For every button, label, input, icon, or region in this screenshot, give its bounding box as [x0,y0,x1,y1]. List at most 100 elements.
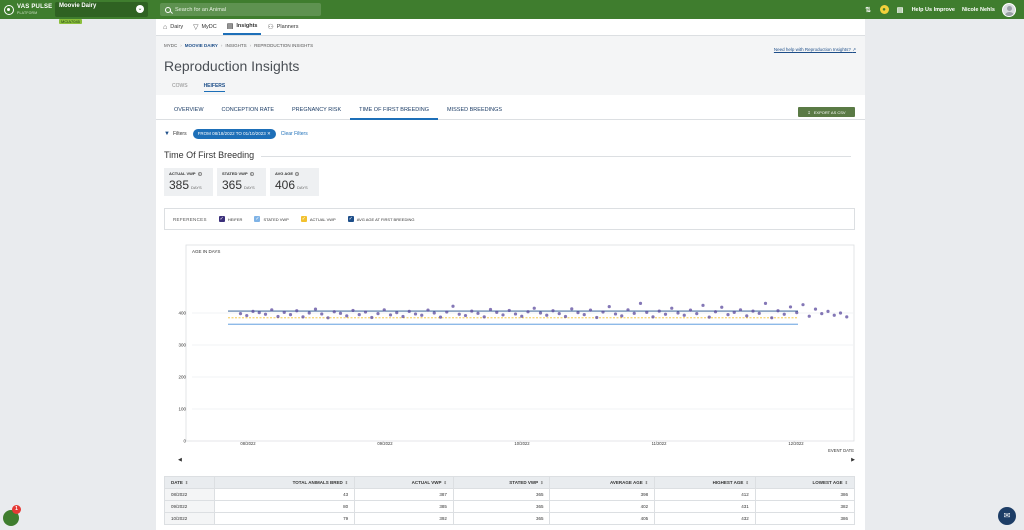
user-name[interactable]: Nicole Nehls [962,7,995,13]
tab-heifers[interactable]: HEIFERS [203,83,226,92]
data-point [332,310,336,314]
help-improve-link[interactable]: Help Us Improve [912,7,955,13]
data-point [582,313,586,317]
barn-icon: ⌂ [163,23,168,31]
summary-table: DATE ⇕ TOTAL ANIMALS BRED ⇕ ACTUAL VWP ⇕ ST… [164,476,856,525]
data-point [370,315,374,320]
col-lowest-age[interactable]: LOWEST AGE ⇕ [754,476,856,489]
sort-icon[interactable]: ⇕ [540,480,543,485]
breadcrumb: MYDC › MOOVIE DAIRY › INSIGHTS › REPRODUCTI… [164,43,314,48]
data-point [457,312,461,316]
search-input[interactable] [175,6,315,13]
filter-icon[interactable]: ▼ [164,131,170,137]
data-point [545,313,549,317]
sort-icon[interactable]: ⇕ [745,480,748,485]
scatter-chart: AGE IN DAYS010020030040008/2022 09/2022 10… [178,244,855,453]
data-point [513,312,518,316]
breadcrumb-dairy[interactable]: MOOVIE DAIRY [185,43,218,48]
clear-filters-link[interactable]: Clear Filters [281,131,308,137]
breadcrumb-mydc[interactable]: MYDC [164,43,177,48]
close-icon[interactable]: ✕ [267,131,271,136]
date-filter-chip[interactable]: FROM 08/18/2022 TO 01/10/2023 ✕ [192,129,276,139]
table-row: 08/2022 43 387 365 398 412 386 [164,488,856,501]
bell-icon[interactable]: ● [879,5,889,14]
tab-time-of-first-breeding[interactable]: TIME OF FIRST BREEDING [350,102,439,120]
tab-conception-rate[interactable]: CONCEPTION RATE [213,102,283,120]
avatar[interactable] [1002,2,1016,17]
nav-dairy[interactable]: ⌂ Dairy [159,20,187,35]
data-point [507,308,511,313]
info-icon[interactable]: i [197,171,202,176]
data-point [801,303,805,307]
data-point [538,311,543,315]
info-icon[interactable]: i [249,171,254,176]
search-bar[interactable] [160,3,321,16]
logo[interactable]: VAS PULSE PLATFORM [0,0,62,19]
ref-stated-vwp[interactable]: ✓ STATED VWP [254,216,289,222]
ref-heifer[interactable]: ✓ HEIFER [218,216,242,222]
data-point [576,311,580,315]
breadcrumb-insights[interactable]: INSIGHTS [225,43,246,48]
tab-missed-breedings[interactable]: MISSED BREEDINGS [438,102,511,120]
feedback-icon[interactable]: ▤ [896,5,905,14]
data-point [563,314,568,319]
col-stated-vwp[interactable]: STATED VWP ⇕ [452,476,551,489]
scroll-left-icon[interactable]: ◀ [178,457,182,466]
sort-icon[interactable]: ⇕ [845,480,848,485]
chevron-down-icon[interactable]: ⌄ [136,5,144,13]
col-actual-vwp[interactable]: ACTUAL VWP ⇕ [354,476,454,489]
data-point [663,312,668,316]
export-csv-button[interactable]: ↧ EXPORT AS CSV [798,107,855,117]
data-point [263,312,268,316]
data-point [520,314,524,318]
data-point [295,309,299,313]
chart-scroll: ◀ ▶ [178,457,855,466]
col-date[interactable]: DATE ⇕ [164,476,215,489]
breadcrumb-current: REPRODUCTION INSIGHTS [254,43,314,48]
stat-avg-age: AVG AGE i 406 DAYS [270,168,319,196]
sort-icon[interactable]: ⇕ [185,480,188,485]
data-point [470,309,474,313]
help-link[interactable]: Need help with Reproduction Insights? ↗ [774,47,856,53]
sync-icon[interactable]: ⇅ [864,5,873,14]
data-point [626,308,630,312]
page-header: MYDC › MOOVIE DAIRY › INSIGHTS › REPRODUCTI… [156,36,865,95]
checkbox-icon[interactable]: ✓ [347,216,354,222]
data-point [395,311,399,315]
data-point [320,312,324,316]
col-average-age[interactable]: AVERAGE AGE ⇕ [549,476,656,489]
checkbox-icon[interactable]: ✓ [254,216,261,222]
tab-overview[interactable]: OVERVIEW [165,102,213,120]
chat-icon[interactable]: ✉ [998,507,1016,525]
checkbox-icon[interactable]: ✓ [218,216,225,222]
data-point [270,308,274,312]
notification-badge: 1 [12,505,21,514]
data-point [407,309,411,313]
data-point [738,308,743,312]
search-icon [165,6,171,13]
data-point [720,305,724,309]
nav-planners[interactable]: ⚇ Planners [263,20,302,35]
nav-mydc[interactable]: ▽ MyDC [189,20,221,35]
data-point [588,308,593,312]
checkbox-icon[interactable]: ✓ [300,216,307,222]
logo-text: VAS PULSE [17,3,53,10]
scroll-right-icon[interactable]: ▶ [851,457,855,466]
col-highest-age[interactable]: HIGHEST AGE ⇕ [654,476,756,489]
filters-label[interactable]: Filters [173,131,187,137]
chart-frame [185,244,855,442]
ref-actual-vwp[interactable]: ✓ ACTUAL VWP [300,216,336,222]
sort-icon[interactable]: ⇕ [645,480,648,485]
ref-avg-age[interactable]: ✓ AVG AGE AT FIRST BREEDING [347,216,414,222]
col-total-animals[interactable]: TOTAL ANIMALS BRED ⇕ [213,476,356,489]
sort-icon[interactable]: ⇕ [444,480,447,485]
sort-icon[interactable]: ⇕ [345,480,348,485]
data-point [688,308,693,312]
tab-pregnancy-risk[interactable]: PREGNANCY RISK [283,102,350,120]
download-icon: ↧ [807,109,811,115]
dairy-selector[interactable]: Moovie Dairy MCIA7045 ⌄ [55,2,148,24]
info-icon[interactable]: i [295,171,300,176]
y-tick-label: 400 [178,311,186,316]
tab-cows[interactable]: COWS [172,83,188,92]
nav-insights[interactable]: ▤ Insights [222,20,262,35]
